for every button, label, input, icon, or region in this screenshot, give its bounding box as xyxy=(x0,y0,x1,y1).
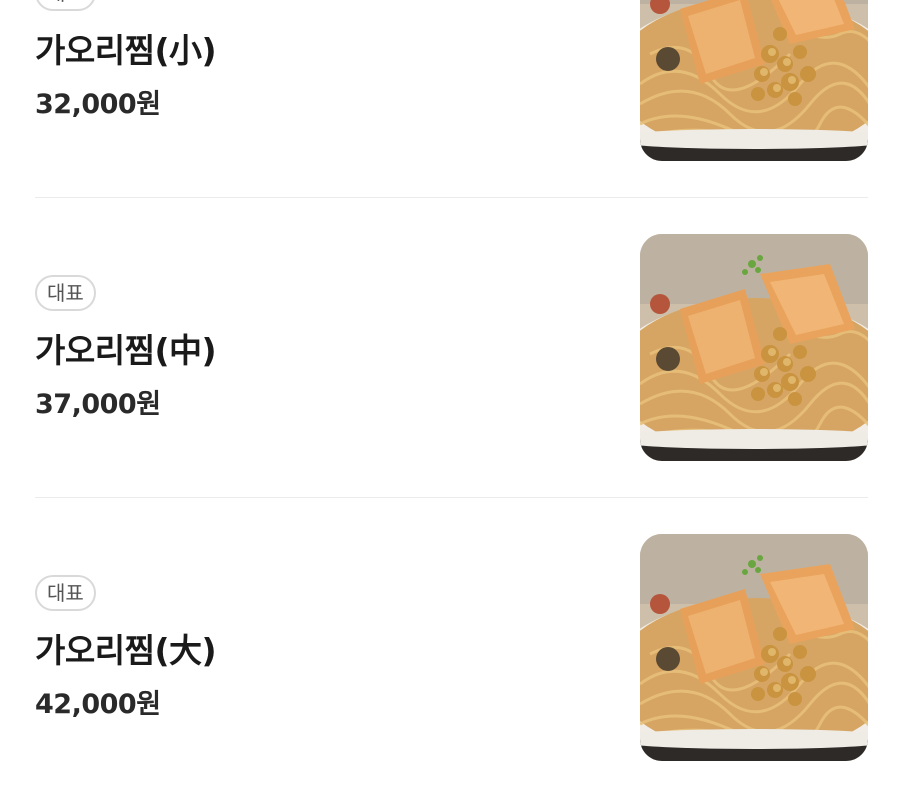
signature-badge: 대표 xyxy=(35,275,96,311)
menu-list: 대표 가오리찜(小) 32,000원 대표 가오리찜(中) 37,000원 대표… xyxy=(0,0,900,801)
menu-item-name: 가오리찜(大) xyxy=(35,631,217,670)
menu-item-price: 42,000원 xyxy=(35,689,161,720)
menu-item-name: 가오리찜(中) xyxy=(35,331,217,370)
menu-item-photo[interactable] xyxy=(640,234,868,461)
menu-item-small[interactable]: 대표 가오리찜(小) 32,000원 xyxy=(0,0,900,234)
menu-item-price: 32,000원 xyxy=(35,89,161,120)
menu-item-photo[interactable] xyxy=(640,0,868,161)
signature-badge: 대표 xyxy=(35,0,96,11)
divider xyxy=(35,497,868,498)
menu-item-photo[interactable] xyxy=(640,534,868,761)
divider xyxy=(35,197,868,198)
menu-item-large[interactable]: 대표 가오리찜(大) 42,000원 xyxy=(0,534,900,801)
menu-item-medium[interactable]: 대표 가오리찜(中) 37,000원 xyxy=(0,234,900,534)
menu-item-name: 가오리찜(小) xyxy=(35,31,217,70)
menu-item-price: 37,000원 xyxy=(35,389,161,420)
signature-badge: 대표 xyxy=(35,575,96,611)
